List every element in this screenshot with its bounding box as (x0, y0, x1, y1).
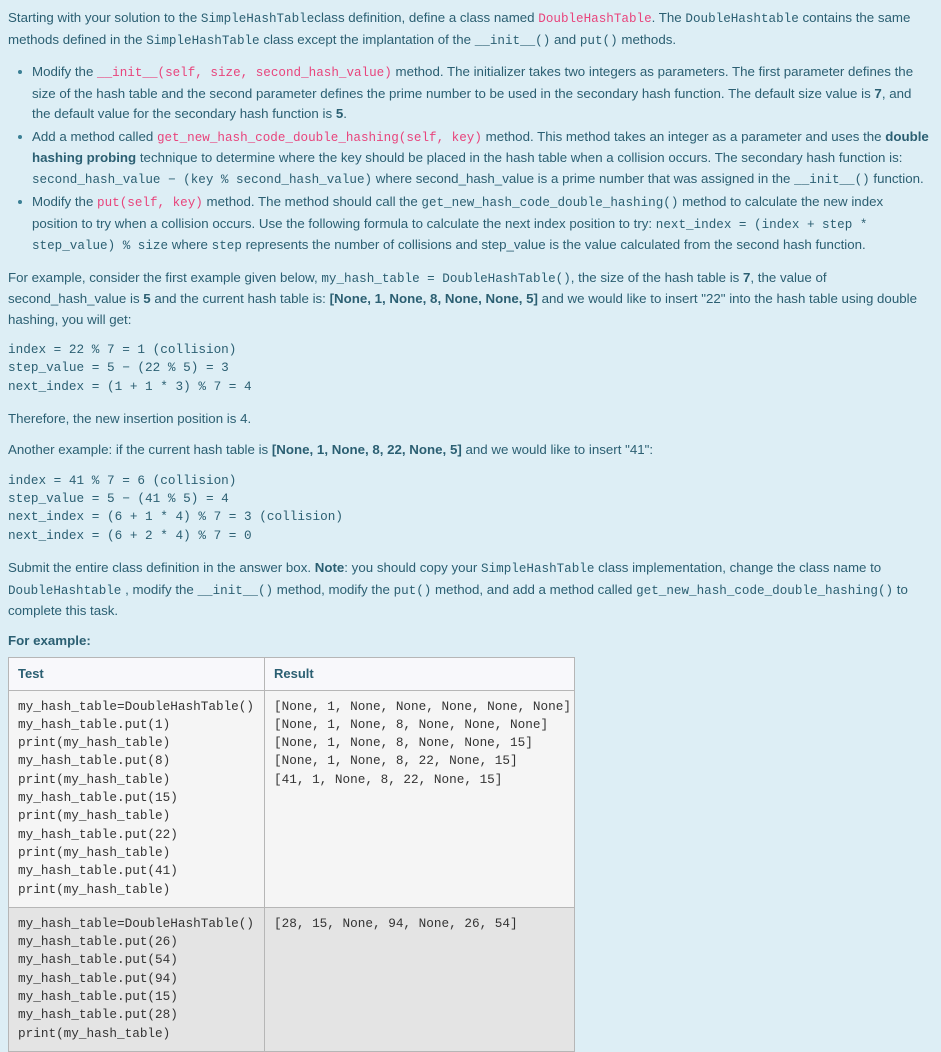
intro-text-5: class except the implantation of the (259, 31, 475, 47)
intro-text-7: methods. (617, 31, 677, 47)
table-cell-result: [None, 1, None, None, None, None, None] … (264, 689, 575, 908)
column-header-result: Result (264, 656, 575, 691)
example1-text-4: and the current hash table is: (150, 291, 330, 306)
question-page: Starting with your solution to the Simpl… (0, 0, 941, 1052)
intro-text-2: class definition, define a class named (314, 10, 539, 25)
code-simplehashtable-2: SimpleHashTable (146, 33, 260, 48)
example1-code-block: index = 22 % 7 = 1 (collision) step_valu… (8, 342, 252, 394)
list-item: Add a method called get_new_hash_code_do… (18, 127, 931, 191)
list-item: Modify the put(self, key) method. The me… (18, 192, 931, 257)
example1-conclusion: Therefore, the new insertion position is… (8, 410, 252, 426)
bullet2-text-3: technique to determine where the key sho… (136, 150, 903, 165)
table-cell-test: my_hash_table=DoubleHashTable() my_hash_… (8, 906, 265, 1052)
bullet3-code-method: get_new_hash_code_double_hashing() (421, 196, 679, 210)
bullet2-text-5: function. (869, 170, 924, 186)
bullet3-code-step: step (211, 239, 242, 253)
bullet3-text-5: represents the number of collisions and … (241, 237, 866, 252)
code-doublehashtable: DoubleHashtable (685, 12, 799, 26)
example2-bold-table: [None, 1, None, 8, 22, None, 5] (271, 442, 462, 458)
submit-code-doublehashtable: DoubleHashtable (8, 583, 122, 598)
submit-text-2: : you should copy your (344, 560, 482, 576)
bullet1-text-4: . (343, 106, 347, 121)
example2-text-2: and we would like to insert "41": (461, 442, 654, 458)
table-row: my_hash_table=DoubleHashTable() my_hash_… (8, 906, 575, 1052)
code-simplehashtable-1: SimpleHashTable (200, 12, 315, 26)
table-header-row: Test Result (8, 656, 575, 691)
bullet2-text-1: Add a method called (32, 128, 157, 144)
bullet1-keyword-init: __init__(self, size, second_hash_value) (97, 66, 392, 80)
example2-code-block: index = 41 % 7 = 6 (collision) step_valu… (8, 472, 344, 543)
bullet3-text-4: where (168, 237, 212, 252)
bullet3-keyword-put: put(self, key) (97, 196, 203, 210)
bullet2-text-2: method. This method takes an integer as … (481, 128, 886, 144)
submit-bold-note: Note (314, 560, 345, 576)
submit-text-4: , modify the (121, 581, 198, 597)
intro-text-1: Starting with your solution to the (8, 10, 201, 25)
bullet3-text-1: Modify the (32, 194, 98, 209)
table-cell-test: my_hash_table=DoubleHashTable() my_hash_… (8, 689, 265, 908)
for-example-label: For example: (8, 632, 91, 648)
submit-code-init: __init__() (197, 583, 274, 598)
bullet2-code-formula: second_hash_value − (key % second_hash_v… (32, 172, 373, 187)
example1-bold-table: [None, 1, None, 8, None, None, 5] (329, 291, 538, 306)
bullet2-code-init: __init__() (794, 172, 870, 187)
code-put-1: put() (579, 33, 618, 48)
bullet1-text-1: Modify the (32, 64, 98, 79)
intro-text-3: . The (651, 10, 686, 25)
example1-code-construct: my_hash_table = DoubleHashTable() (321, 271, 571, 286)
submit-code-put: put() (393, 583, 432, 598)
intro-paragraph: Starting with your solution to the Simpl… (8, 8, 931, 51)
example1-text-2: , the size of the hash table is (570, 269, 744, 285)
table-row: my_hash_table=DoubleHashTable() my_hash_… (8, 689, 575, 908)
example1-text-1: For example, consider the first example … (8, 269, 322, 285)
submit-paragraph: Submit the entire class definition in th… (8, 558, 931, 622)
example2-paragraph: Another example: if the current hash tab… (8, 440, 931, 461)
requirements-list: Modify the __init__(self, size, second_h… (8, 62, 931, 257)
code-init-1: __init__() (474, 33, 551, 48)
list-item: Modify the __init__(self, size, second_h… (18, 62, 931, 125)
bullet2-keyword-method: get_new_hash_code_double_hashing(self, k… (156, 130, 482, 145)
bullet3-text-2: method. The method should call the (202, 194, 422, 209)
bullet1-bold-7: 7 (874, 85, 882, 101)
intro-text-6: and (550, 31, 580, 47)
column-header-test: Test (8, 656, 265, 691)
example1-bold-hashvalue: 5 (143, 291, 151, 306)
submit-code-newmethod: get_new_hash_code_double_hashing() (636, 583, 894, 598)
submit-text-6: method, and add a method called (431, 581, 637, 597)
keyword-doublehashtable: DoubleHashTable (538, 12, 652, 26)
submit-text-1: Submit the entire class definition in th… (8, 560, 315, 576)
table-cell-result: [28, 15, None, 94, None, 26, 54] (264, 906, 575, 1052)
submit-code-simplehashtable: SimpleHashTable (481, 562, 595, 577)
examples-table: Test Result my_hash_table=DoubleHashTabl… (8, 656, 575, 1052)
submit-text-3: class implementation, change the class n… (594, 560, 882, 576)
bullet2-text-4: where second_hash_value is a prime numbe… (372, 170, 795, 186)
submit-text-5: method, modify the (273, 581, 394, 597)
example2-text-1: Another example: if the current hash tab… (8, 442, 272, 458)
example1-paragraph: For example, consider the first example … (8, 268, 931, 331)
